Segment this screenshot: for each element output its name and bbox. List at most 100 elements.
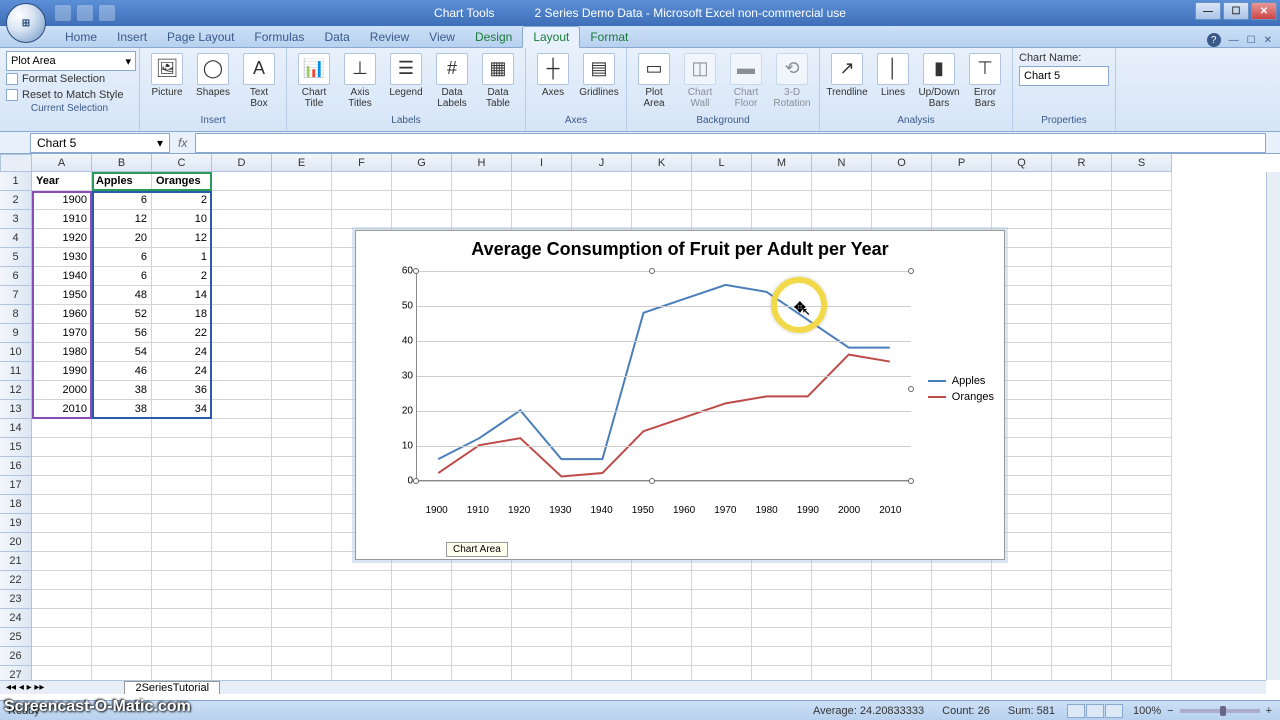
chart-tools-label: Chart Tools — [434, 6, 494, 20]
window-controls-icon[interactable]: ☐ — [1247, 35, 1256, 46]
format-selection-button[interactable]: Format Selection — [6, 71, 133, 87]
gridlines-icon: ▤ — [583, 53, 615, 85]
axes-icon: ┼ — [537, 53, 569, 85]
chart-legend[interactable]: Apples Oranges — [928, 371, 994, 407]
close-workbook-icon[interactable]: ✕ — [1264, 35, 1272, 46]
plot-area[interactable]: 0102030405060 19001910192019301940195019… — [386, 271, 911, 501]
office-button[interactable]: ⊞ — [6, 3, 46, 43]
axis-titles-button[interactable]: ⊥Axis Titles — [339, 51, 381, 111]
group-properties: Properties — [1019, 115, 1109, 131]
fx-icon[interactable]: fx — [178, 136, 187, 150]
close-button[interactable]: ✕ — [1251, 2, 1277, 20]
chart-name-input[interactable] — [1019, 66, 1109, 86]
error-bars-icon: ⊤ — [969, 53, 1001, 85]
view-buttons[interactable] — [1067, 704, 1123, 718]
updown-bars-button[interactable]: ▮Up/Down Bars — [918, 51, 960, 111]
tab-insert[interactable]: Insert — [107, 27, 157, 47]
error-bars-button[interactable]: ⊤Error Bars — [964, 51, 1006, 111]
data-table-button[interactable]: ▦Data Table — [477, 51, 519, 111]
name-box[interactable]: Chart 5▾ — [30, 133, 170, 153]
axes-button[interactable]: ┼Axes — [532, 51, 574, 100]
chart-element-selector[interactable]: Plot Area▾ — [6, 51, 136, 71]
tab-data[interactable]: Data — [314, 27, 359, 47]
plot-area-button[interactable]: ▭Plot Area — [633, 51, 675, 111]
status-count: Count: 26 — [942, 705, 990, 717]
trendline-icon: ↗ — [831, 53, 863, 85]
legend-icon: ☰ — [390, 53, 422, 85]
status-bar: Ready Average: 24.20833333 Count: 26 Sum… — [0, 700, 1280, 720]
zoom-control[interactable]: 100% − + — [1133, 705, 1272, 717]
group-analysis: Analysis — [826, 115, 1006, 131]
lines-button[interactable]: │Lines — [872, 51, 914, 100]
redo-icon[interactable] — [99, 5, 115, 21]
minimize-button[interactable]: — — [1195, 2, 1221, 20]
plot-handle[interactable] — [413, 268, 419, 274]
ribbon-tabs: Home Insert Page Layout Formulas Data Re… — [0, 26, 1280, 48]
rotation-button[interactable]: ⟲3-D Rotation — [771, 51, 813, 111]
ribbon: Plot Area▾ Format Selection Reset to Mat… — [0, 48, 1280, 132]
chart-wall-button[interactable]: ◫Chart Wall — [679, 51, 721, 111]
reset-style-button[interactable]: Reset to Match Style — [6, 87, 133, 103]
legend-swatch — [928, 380, 946, 382]
tab-view[interactable]: View — [419, 27, 465, 47]
gridlines-button[interactable]: ▤Gridlines — [578, 51, 620, 100]
picture-button[interactable]: 🖼Picture — [146, 51, 188, 100]
status-sum: Sum: 581 — [1008, 705, 1055, 717]
tab-review[interactable]: Review — [360, 27, 419, 47]
legend-item: Apples — [928, 375, 994, 387]
maximize-button[interactable]: ☐ — [1223, 2, 1249, 20]
status-average: Average: 24.20833333 — [813, 705, 924, 717]
plot-handle[interactable] — [649, 478, 655, 484]
row-headers[interactable]: 1234567891011121314151617181920212223242… — [0, 172, 32, 685]
zoom-in-icon[interactable]: + — [1266, 705, 1272, 717]
tab-formulas[interactable]: Formulas — [244, 27, 314, 47]
chart-name-label: Chart Name: — [1019, 52, 1109, 64]
trendline-button[interactable]: ↗Trendline — [826, 51, 868, 100]
data-table-icon: ▦ — [482, 53, 514, 85]
plot-handle[interactable] — [908, 386, 914, 392]
zoom-out-icon[interactable]: − — [1167, 705, 1173, 717]
select-all-corner[interactable] — [0, 154, 32, 172]
formula-bar: Chart 5▾ fx — [0, 132, 1280, 154]
legend-swatch — [928, 396, 946, 398]
sheet-tabs-bar[interactable]: ◂◂ ◂ ▸ ▸▸ 2SeriesTutorial — [0, 680, 1266, 694]
worksheet-grid[interactable]: ABCDEFGHIJKLMNOPQRS 12345678910111213141… — [0, 154, 1280, 694]
picture-icon: 🖼 — [151, 53, 183, 85]
chart-floor-button[interactable]: ▬Chart Floor — [725, 51, 767, 111]
chart-wall-icon: ◫ — [684, 53, 716, 85]
plot-handle[interactable] — [649, 268, 655, 274]
rotation-icon: ⟲ — [776, 53, 808, 85]
sheet-tab[interactable]: 2SeriesTutorial — [124, 681, 220, 695]
save-icon[interactable] — [55, 5, 71, 21]
minimize-ribbon-icon[interactable]: — — [1229, 35, 1239, 46]
plot-handle[interactable] — [413, 478, 419, 484]
chart-title-button[interactable]: 📊Chart Title — [293, 51, 335, 111]
tab-design[interactable]: Design — [465, 27, 522, 47]
tab-page-layout[interactable]: Page Layout — [157, 27, 244, 47]
data-labels-button[interactable]: #Data Labels — [431, 51, 473, 111]
axis-titles-icon: ⊥ — [344, 53, 376, 85]
formula-input[interactable] — [195, 133, 1266, 153]
plot-handle[interactable] — [908, 268, 914, 274]
lines-icon: │ — [877, 53, 909, 85]
undo-icon[interactable] — [77, 5, 93, 21]
textbox-button[interactable]: AText Box — [238, 51, 280, 111]
help-icon[interactable]: ? — [1207, 33, 1221, 47]
column-headers[interactable]: ABCDEFGHIJKLMNOPQRS — [32, 154, 1266, 172]
plot-handle[interactable] — [908, 478, 914, 484]
shapes-button[interactable]: ◯Shapes — [192, 51, 234, 100]
vertical-scrollbar[interactable] — [1266, 172, 1280, 680]
data-labels-icon: # — [436, 53, 468, 85]
chart-object[interactable]: Average Consumption of Fruit per Adult p… — [355, 230, 1005, 560]
zoom-slider[interactable] — [1180, 709, 1260, 713]
tab-home[interactable]: Home — [55, 27, 107, 47]
tab-layout[interactable]: Layout — [522, 26, 580, 48]
plot-area-icon: ▭ — [638, 53, 670, 85]
chart-title[interactable]: Average Consumption of Fruit per Adult p… — [356, 231, 1004, 264]
quick-access-toolbar — [55, 5, 115, 21]
legend-button[interactable]: ☰Legend — [385, 51, 427, 100]
tab-format[interactable]: Format — [580, 27, 638, 47]
textbox-icon: A — [243, 53, 275, 85]
chevron-down-icon: ▾ — [157, 136, 163, 150]
zoom-label: 100% — [1133, 705, 1161, 717]
